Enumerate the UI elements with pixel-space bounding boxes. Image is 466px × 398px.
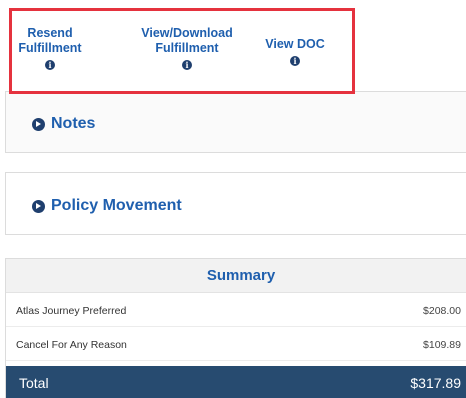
notes-title: Notes <box>51 115 96 132</box>
summary-item-amount: $208.00 <box>423 305 461 317</box>
fulfillment-actions-box: Resend Fulfillment i View/Download Fulfi… <box>9 8 355 94</box>
view-download-label-line2: Fulfillment <box>155 41 219 55</box>
resend-fulfillment-label-line1: Resend <box>27 26 73 40</box>
summary-panel: Summary Atlas Journey Preferred $208.00 … <box>5 258 466 398</box>
policy-movement-title: Policy Movement <box>51 197 182 214</box>
notes-toggle[interactable]: Notes <box>32 115 95 133</box>
resend-fulfillment-label-line2: Fulfillment <box>18 41 82 55</box>
info-icon[interactable]: i <box>290 56 300 66</box>
view-download-fulfillment-link[interactable]: View/Download Fulfillment i <box>134 26 240 72</box>
circle-arrow-right-icon <box>32 117 45 131</box>
summary-item-name: Cancel For Any Reason <box>16 339 127 351</box>
page: Resend Fulfillment i View/Download Fulfi… <box>0 0 466 398</box>
view-doc-label: View DOC <box>265 37 325 51</box>
info-icon[interactable]: i <box>45 60 55 70</box>
info-icon[interactable]: i <box>182 60 192 70</box>
summary-total-row: Total $317.89 <box>6 366 466 398</box>
total-label: Total <box>19 375 49 391</box>
circle-arrow-right-icon <box>32 199 45 213</box>
view-doc-link[interactable]: View DOC i <box>260 37 330 68</box>
policy-movement-panel: Policy Movement <box>5 172 466 235</box>
summary-row: Cancel For Any Reason $109.89 <box>6 327 466 361</box>
total-amount: $317.89 <box>410 375 461 391</box>
policy-movement-toggle[interactable]: Policy Movement <box>32 197 182 215</box>
resend-fulfillment-link[interactable]: Resend Fulfillment i <box>14 26 86 72</box>
view-download-label-line1: View/Download <box>141 26 233 40</box>
summary-item-amount: $109.89 <box>423 339 461 351</box>
summary-title: Summary <box>6 259 466 293</box>
summary-item-name: Atlas Journey Preferred <box>16 305 127 317</box>
summary-row: Atlas Journey Preferred $208.00 <box>6 293 466 327</box>
notes-panel: Notes <box>5 91 466 153</box>
